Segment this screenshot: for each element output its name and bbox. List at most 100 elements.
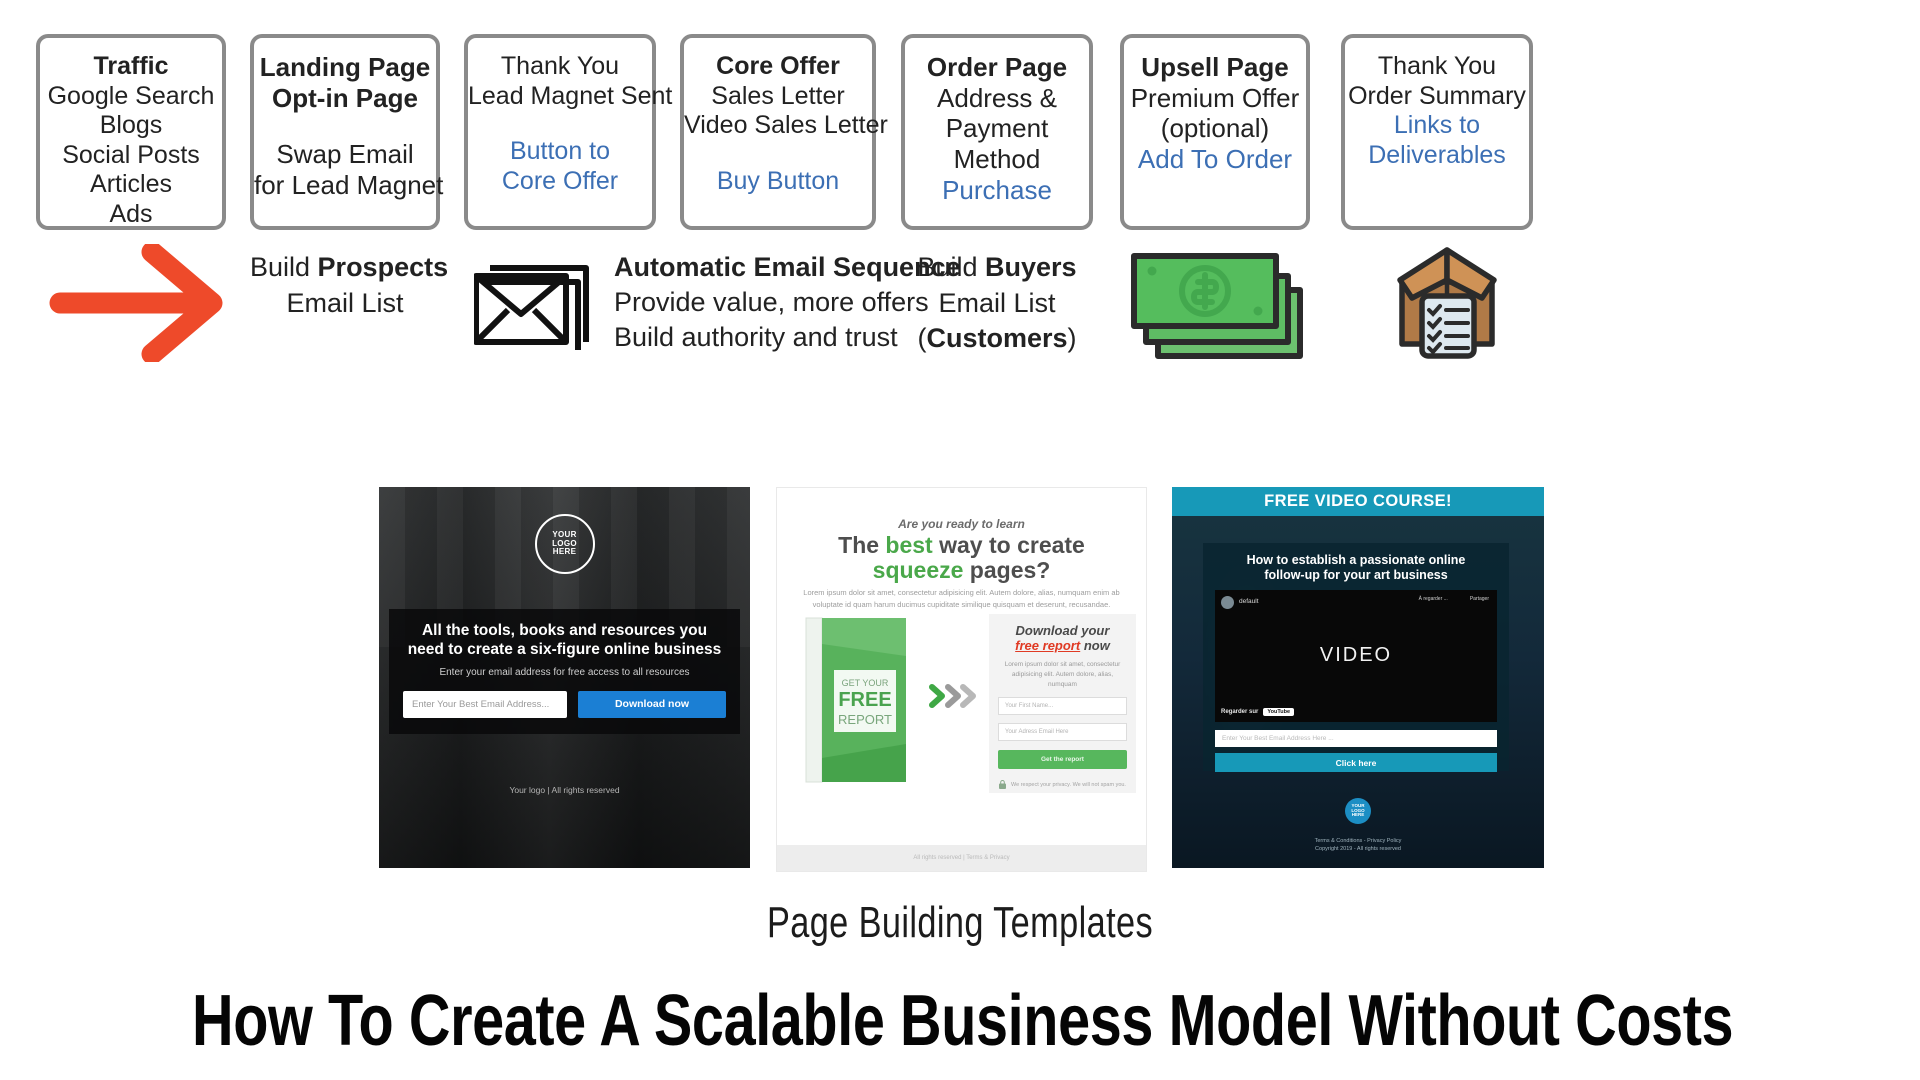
funnel-step-row: Traffic Google Search Blogs Social Posts…: [0, 34, 1920, 230]
video-card: How to establish a passionate online fol…: [1203, 543, 1509, 772]
chevron-right-icon: [929, 683, 979, 709]
video-headline-line-1: How to establish a passionate online: [1246, 553, 1466, 567]
squeeze-email-input[interactable]: Your Adress Email Here: [998, 723, 1127, 742]
video-logo-icon: YOUR LOGO HERE: [1345, 798, 1371, 824]
video-email-input[interactable]: Enter Your Best Email Address Here ...: [1215, 730, 1497, 747]
funnel-link-line[interactable]: Purchase: [905, 175, 1089, 206]
squeeze-offer-headline: Download your free report now: [998, 623, 1127, 653]
buyers-line-2: Email List: [938, 287, 1056, 318]
money-stack-icon: [1128, 244, 1308, 364]
funnel-link-line[interactable]: Links to: [1345, 111, 1529, 141]
privacy-text: We respect your privacy. We will not spa…: [1011, 781, 1126, 788]
funnel-box-traffic: Traffic Google Search Blogs Social Posts…: [36, 34, 226, 230]
email-sequence-line-2: Provide value, more offers: [614, 287, 929, 318]
page-headline: How To Create A Scalable Business Model …: [192, 981, 1734, 1061]
email-stack-icon: [473, 246, 604, 354]
funnel-line: Opt-in Page: [272, 82, 418, 113]
funnel-box-landing-page: Landing Page Opt-in Page Swap Email for …: [250, 34, 443, 230]
funnel-line: Core Offer: [716, 52, 840, 80]
optin-panel: All the tools, books and resources you n…: [389, 609, 740, 734]
package-checklist-icon: [1382, 240, 1512, 362]
prospects-line-2: Email List: [286, 287, 404, 318]
email-sequence-line-3: Build authority and trust: [614, 322, 898, 353]
optin-form: Enter Your Best Email Address... Downloa…: [403, 690, 726, 718]
funnel-box-thank-you-lead-magnet: Thank You Lead Magnet Sent Button to Cor…: [464, 34, 672, 230]
funnel-line: Thank You: [500, 52, 620, 80]
funnel-link-line[interactable]: Deliverables: [1345, 141, 1529, 171]
squeeze-headline-line-2: squeeze pages?: [872, 556, 1051, 583]
free-report-book-icon: GET YOUR FREE REPORT: [804, 616, 908, 784]
squeeze-firstname-input[interactable]: Your First Name...: [998, 697, 1127, 716]
funnel-line: Thank You: [1377, 52, 1497, 80]
funnel-line: Articles: [90, 170, 172, 198]
squeeze-headline-line-1: The best way to create: [838, 532, 1085, 558]
squeeze-submit-button[interactable]: Get the report: [998, 750, 1127, 770]
logo-line-3: HERE: [1351, 812, 1365, 818]
funnel-spacer: [254, 113, 436, 139]
funnel-link-line[interactable]: Buy Button: [684, 167, 872, 197]
video-meta: À regarder ... Partager: [1419, 596, 1489, 602]
email-sequence-text: Automatic Email Sequence Provide value, …: [614, 250, 961, 355]
squeeze-kicker: Are you ready to learn: [898, 517, 1025, 531]
svg-text:FREE: FREE: [838, 689, 891, 711]
offer-line-1: Download your: [1015, 623, 1110, 638]
funnel-line: Sales Letter: [711, 81, 845, 110]
buyers-line-1: Build Buyers: [917, 252, 1077, 282]
funnel-line: Blogs: [99, 111, 163, 139]
funnel-line: Video Sales Letter: [684, 111, 888, 139]
funnel-line: Method: [953, 144, 1041, 175]
squeeze-form-panel: Download your free report now Lorem ipsu…: [989, 614, 1136, 793]
video-player[interactable]: default À regarder ... Partager VIDEO Re…: [1215, 590, 1497, 722]
squeeze-privacy-note: We respect your privacy. We will not spa…: [998, 780, 1127, 790]
squeeze-footer: All rights reserved | Terms & Privacy: [777, 845, 1146, 871]
funnel-link-line[interactable]: Core Offer: [468, 167, 652, 197]
video-course-banner: FREE VIDEO COURSE!: [1172, 487, 1544, 516]
buyers-line-3: (Customers): [917, 323, 1077, 354]
optin-footer: Your logo | All rights reserved: [509, 785, 620, 795]
squeeze-offer-paragraph: Lorem ipsum dolor sit amet, consectetur …: [1004, 661, 1121, 688]
funnel-line: Social Posts: [62, 140, 200, 169]
funnel-infographic: Traffic Google Search Blogs Social Posts…: [0, 0, 1920, 1080]
channel-avatar: [1221, 596, 1234, 609]
funnel-box-upsell-page: Upsell Page Premium Offer (optional) Add…: [1120, 34, 1310, 230]
squeeze-body: Are you ready to learn The best way to c…: [777, 488, 1146, 845]
template-thumbnail-squeeze[interactable]: Are you ready to learn The best way to c…: [776, 487, 1147, 872]
svg-text:GET YOUR: GET YOUR: [842, 678, 889, 688]
channel-name: default: [1239, 598, 1259, 605]
logo-line-3: HERE: [552, 547, 577, 557]
share-label[interactable]: Partager: [1470, 596, 1489, 602]
youtube-badge: YouTube: [1263, 708, 1295, 716]
optin-subtext: Enter your email address for free access…: [439, 666, 690, 678]
template-thumbnail-video[interactable]: FREE VIDEO COURSE! How to establish a pa…: [1172, 487, 1544, 868]
build-prospects-label: Build Prospects Email List: [250, 250, 449, 321]
templates-caption: Page Building Templates: [766, 898, 1154, 947]
video-headline-line-2: follow-up for your art business: [1264, 568, 1448, 582]
funnel-line: Address &: [937, 82, 1057, 113]
prospects-line-1: Build Prospects: [250, 252, 449, 282]
optin-download-button[interactable]: Download now: [578, 690, 726, 718]
funnel-line: Order Summary: [1348, 81, 1526, 110]
video-footer: Terms & Conditions - Privacy Policy Copy…: [1172, 838, 1544, 854]
your-logo-here-icon: YOUR LOGO HERE: [534, 514, 595, 574]
funnel-box-core-offer: Core Offer Sales Letter Video Sales Lett…: [680, 34, 888, 230]
funnel-line: (optional): [1160, 113, 1270, 144]
funnel-line: Swap Email: [276, 139, 414, 170]
watch-on-youtube[interactable]: Regarder sur YouTube: [1221, 708, 1295, 716]
email-sequence-heading: Automatic Email Sequence: [614, 252, 961, 282]
offer-line-2: free report now: [1015, 637, 1110, 653]
watch-later-label[interactable]: À regarder ...: [1419, 596, 1448, 602]
video-footer-line-1: Terms & Conditions - Privacy Policy: [1314, 838, 1402, 845]
svg-text:REPORT: REPORT: [838, 712, 892, 727]
optin-headline-line-1: All the tools, books and resources you: [421, 622, 708, 639]
funnel-line: Upsell Page: [1141, 52, 1289, 82]
lock-icon: [999, 780, 1007, 790]
funnel-line: Order Page: [926, 52, 1068, 82]
video-word-mark: VIDEO: [1319, 644, 1393, 666]
funnel-link-line[interactable]: Add To Order: [1124, 144, 1306, 175]
template-thumbnail-optin[interactable]: YOUR LOGO HERE All the tools, books and …: [379, 487, 750, 868]
right-arrow-icon: [48, 241, 248, 365]
video-click-here-button[interactable]: Click here: [1215, 753, 1497, 772]
funnel-link-line[interactable]: Button to: [468, 137, 652, 167]
optin-email-input[interactable]: Enter Your Best Email Address...: [403, 690, 567, 718]
squeeze-headline: The best way to create squeeze pages?: [777, 533, 1146, 583]
